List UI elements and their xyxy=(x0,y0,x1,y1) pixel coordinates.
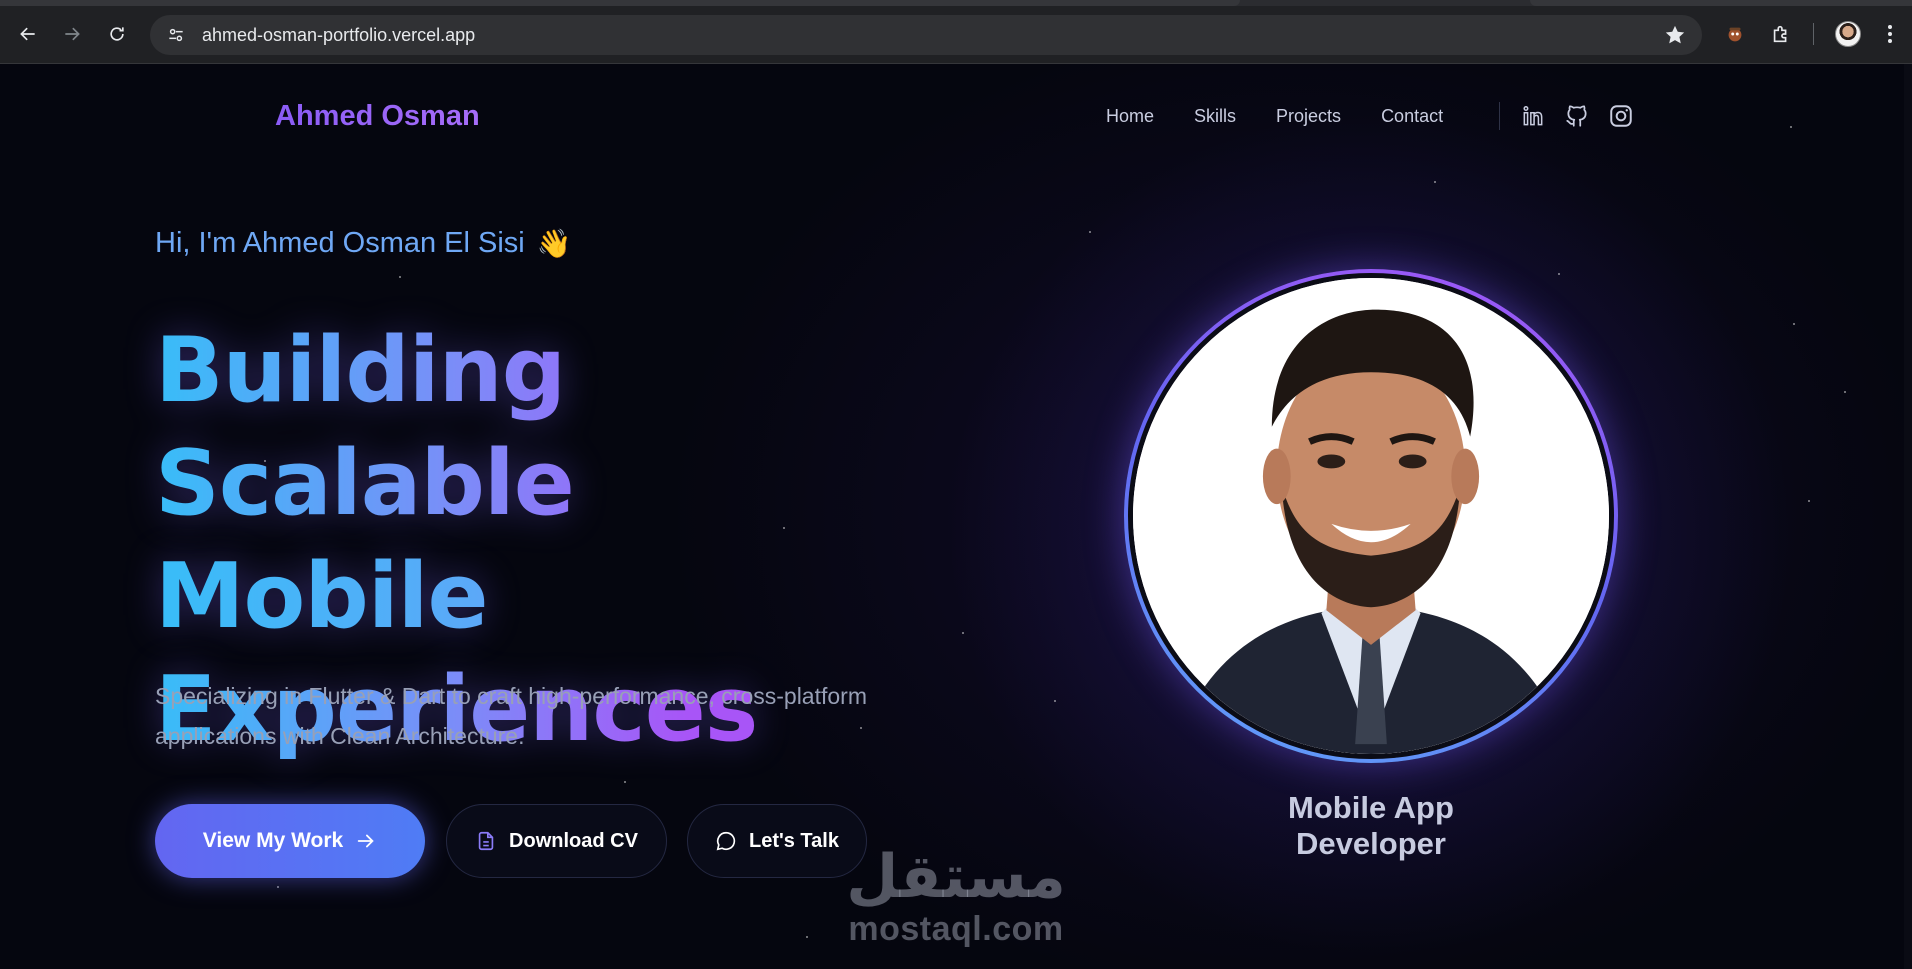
toolbar-divider xyxy=(1813,23,1814,45)
page-scrollbar[interactable] xyxy=(1904,64,1912,969)
headline-line-1: Building Scalable xyxy=(155,314,915,540)
github-link[interactable] xyxy=(1563,102,1591,130)
star-icon[interactable] xyxy=(1664,24,1686,46)
site-nav: Home Skills Projects Contact xyxy=(1106,106,1443,127)
download-cv-button[interactable]: Download CV xyxy=(446,804,667,878)
portfolio-page: Ahmed Osman Home Skills Projects Contact… xyxy=(0,64,1912,969)
hero-subtitle: Specializing in Flutter & Dart to craft … xyxy=(155,676,935,756)
browser-chrome: ahmed-osman-portfolio.vercel.app xyxy=(0,0,1912,64)
instagram-link[interactable] xyxy=(1607,102,1635,130)
view-my-work-label: View My Work xyxy=(202,829,344,852)
site-logo[interactable]: Ahmed Osman xyxy=(275,100,480,133)
arrow-right-icon xyxy=(357,834,374,848)
tab-inactive[interactable] xyxy=(1530,0,1912,6)
reload-button[interactable] xyxy=(103,20,131,48)
forward-icon xyxy=(65,27,80,41)
site-info-icon xyxy=(169,28,183,42)
waving-hand-icon: 👋 xyxy=(536,228,572,259)
profile-role: Mobile App Developer xyxy=(1288,790,1454,861)
extension-icon[interactable] xyxy=(1721,20,1749,48)
download-cv-label: Download CV xyxy=(509,829,638,852)
browser-menu-button[interactable] xyxy=(1884,20,1896,48)
document-icon xyxy=(478,831,494,851)
instagram-icon xyxy=(1610,105,1632,127)
back-button[interactable] xyxy=(14,20,42,48)
watermark-arabic: مستقل xyxy=(846,843,1066,910)
linkedin-icon xyxy=(1523,106,1543,126)
tab-strip xyxy=(0,0,1912,6)
linkedin-link[interactable] xyxy=(1519,102,1547,130)
nav-home[interactable]: Home xyxy=(1106,106,1154,127)
profile-photo-frame xyxy=(1124,269,1618,763)
site-info-button[interactable] xyxy=(156,15,196,55)
nav-projects[interactable]: Projects xyxy=(1276,106,1341,127)
watermark-latin: mostaql.com xyxy=(848,910,1064,948)
reload-icon xyxy=(110,27,124,41)
nav-contact[interactable]: Contact xyxy=(1381,106,1443,127)
subtitle-line-1: Specializing in Flutter & Dart to craft … xyxy=(155,683,867,709)
subtitle-line-2: applications with Clean Architecture. xyxy=(155,723,525,749)
profile-photo xyxy=(1133,278,1609,754)
hero-greeting: Hi, I'm Ahmed Osman El Sisi 👋 xyxy=(155,227,572,260)
tab-active[interactable] xyxy=(0,0,1240,6)
github-icon xyxy=(1566,105,1587,127)
greeting-text: Hi, I'm Ahmed Osman El Sisi xyxy=(155,227,525,259)
view-my-work-button[interactable]: View My Work xyxy=(155,804,425,878)
puzzle-icon[interactable] xyxy=(1767,20,1795,48)
chat-icon xyxy=(716,831,736,851)
headline-line-2: Mobile xyxy=(155,540,915,653)
address-bar[interactable]: ahmed-osman-portfolio.vercel.app xyxy=(150,15,1702,55)
back-icon xyxy=(20,27,35,41)
url-text[interactable]: ahmed-osman-portfolio.vercel.app xyxy=(202,25,475,46)
nav-divider xyxy=(1499,102,1500,130)
forward-button[interactable] xyxy=(58,20,86,48)
lets-talk-label: Let's Talk xyxy=(749,829,839,852)
profile-avatar[interactable] xyxy=(1835,21,1861,47)
nav-skills[interactable]: Skills xyxy=(1194,106,1236,127)
mostaql-watermark: مستقل mostaql.com xyxy=(838,843,1074,949)
